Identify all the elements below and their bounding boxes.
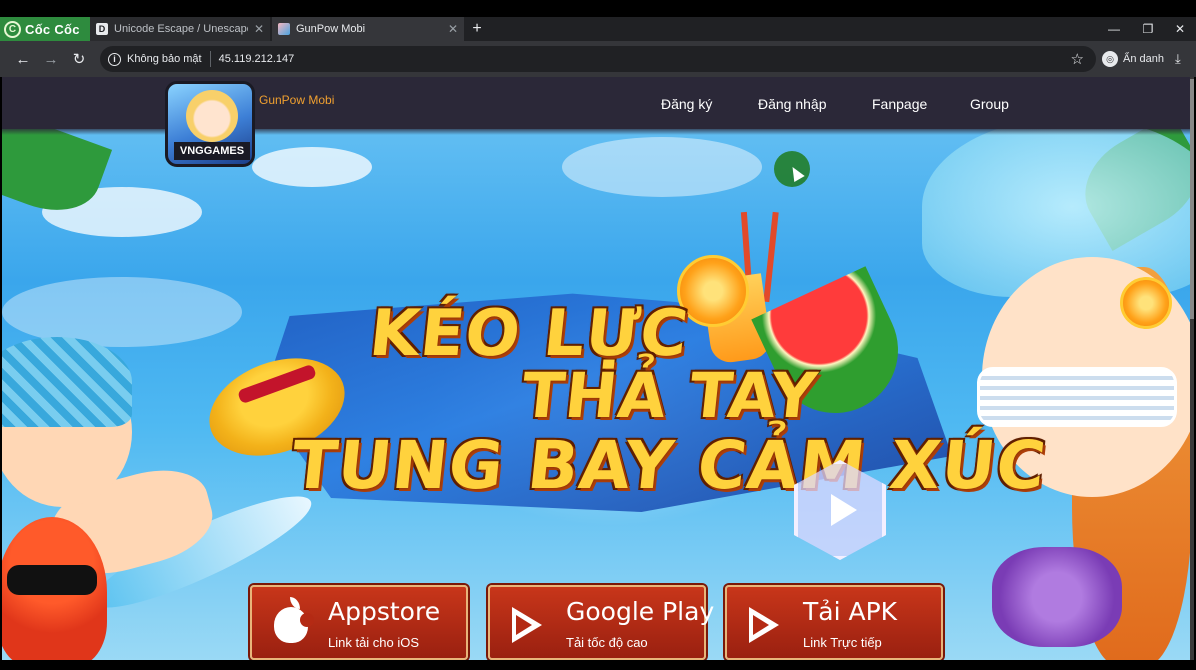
orange-slice-illustration (1120, 277, 1172, 329)
nav-register[interactable]: Đăng ký (661, 96, 712, 112)
nav-login[interactable]: Đăng nhập (758, 96, 827, 112)
security-label[interactable]: Không bảo mật (127, 53, 202, 65)
screen-bottom-strip (0, 660, 1196, 670)
incognito-indicator[interactable]: ◎ Ẩn danh (1102, 51, 1164, 67)
browser-brand[interactable]: C Cốc Cốc (0, 17, 90, 41)
gunpow-game-icon (278, 23, 290, 35)
download-subtitle: Link Trực tiếp (803, 635, 882, 650)
cloud-decoration (562, 137, 762, 197)
new-tab-icon[interactable]: + (468, 17, 486, 41)
download-title: Google Play (566, 597, 715, 626)
apk-download-button[interactable]: Tải APK Link Trực tiếp (725, 585, 943, 660)
right-character-illustration (902, 117, 1190, 660)
browser-toolbar: ← → ↻ i Không bảo mật 45.119.212.147 ☆ ◎… (0, 41, 1196, 77)
restore-icon[interactable]: ❐ (1130, 17, 1166, 41)
incognito-label: Ẩn danh (1123, 53, 1164, 65)
screen-top-strip (0, 0, 1196, 17)
reload-icon[interactable]: ↻ (70, 50, 88, 68)
download-title: Tải APK (803, 597, 898, 626)
hero-title-line-3: TUNG BAY CẢM XÚC (287, 427, 1050, 504)
logo-character-icon (186, 90, 238, 142)
close-tab-icon[interactable]: ✕ (448, 22, 458, 36)
close-window-icon[interactable]: ✕ (1162, 17, 1196, 41)
site-logo[interactable]: VNGGAMES (165, 81, 255, 167)
address-bar[interactable]: i Không bảo mật 45.119.212.147 ☆ (100, 46, 1096, 72)
tab-bar: C Cốc Cốc D Unicode Escape / Unescape (E… (0, 17, 1196, 41)
coccoc-logo-icon: C (4, 20, 21, 38)
incognito-icon: ◎ (1102, 51, 1118, 67)
url-text[interactable]: 45.119.212.147 (219, 53, 295, 65)
hero-title-line-2: THẢ TAY (518, 359, 822, 432)
download-icon[interactable]: ⤓ (1175, 51, 1181, 67)
nav-fanpage[interactable]: Fanpage (872, 96, 927, 112)
download-title: Appstore (328, 597, 441, 626)
forward-icon[interactable]: → (42, 50, 60, 68)
web-page: KÉO LỰC THẢ TAY TUNG BAY CẢM XÚC Appstor… (2, 77, 1194, 660)
nav-group[interactable]: Group (970, 96, 1009, 112)
unicode-site-icon: D (96, 23, 108, 35)
logo-text: VNGGAMES (174, 142, 250, 160)
info-icon[interactable]: i (108, 52, 121, 66)
drink-straw (763, 211, 779, 303)
browser-brand-name: Cốc Cốc (25, 21, 80, 37)
google-play-download-button[interactable]: Google Play Tải tốc độ cao (488, 585, 714, 660)
back-icon[interactable]: ← (14, 50, 32, 68)
site-name[interactable]: GunPow Mobi (259, 93, 334, 107)
appstore-download-button[interactable]: Appstore Link tải cho iOS (250, 585, 468, 660)
bookmark-star-icon[interactable]: ☆ (1071, 50, 1084, 68)
tab-unicode-escape[interactable]: D Unicode Escape / Unescape (Enco ✕ (90, 17, 270, 41)
download-subtitle: Tải tốc độ cao (566, 635, 648, 650)
minimize-icon[interactable]: — (1096, 17, 1132, 41)
tab-title: Unicode Escape / Unescape (Enco (114, 23, 248, 35)
page-scrollbar[interactable] (1190, 77, 1194, 660)
tab-gunpow-mobi[interactable]: GunPow Mobi ✕ (272, 17, 464, 41)
tab-title: GunPow Mobi (296, 23, 366, 35)
address-separator (209, 51, 211, 67)
close-tab-icon[interactable]: ✕ (254, 22, 264, 36)
scrollbar-thumb[interactable] (1190, 79, 1194, 319)
cloud-decoration (252, 147, 372, 187)
download-subtitle: Link tải cho iOS (328, 635, 420, 650)
play-icon (831, 494, 857, 526)
